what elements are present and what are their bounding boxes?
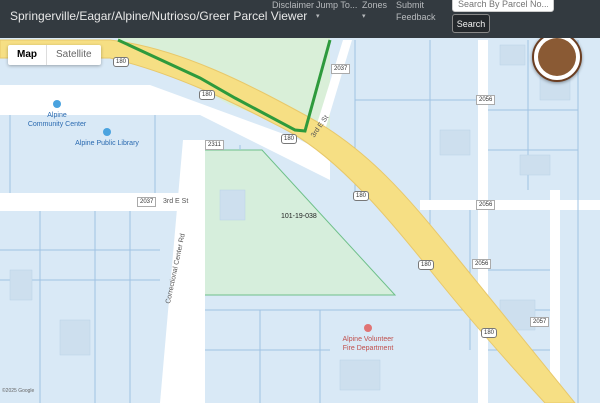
street-number: 2056: [476, 200, 496, 210]
nav-submit-label-1: Submit: [396, 0, 425, 10]
poi-fire-label-2: Fire Department: [342, 345, 394, 352]
poi-library[interactable]: Alpine Public Library: [72, 128, 142, 148]
highway-shield-180: 180: [481, 328, 498, 338]
highway-shield-180: 180: [353, 191, 370, 201]
poi-library-label: Alpine Public Library: [75, 140, 139, 147]
library-pin-icon: [103, 128, 111, 136]
street-number: 2311: [205, 140, 224, 150]
map-type-control: Map Satellite: [8, 45, 101, 65]
street-number: 2056: [472, 259, 492, 269]
top-navbar: Springerville/Eagar/Alpine/Nutrioso/Gree…: [0, 0, 600, 38]
nav-zones[interactable]: Zones ▾: [362, 0, 387, 23]
nav-submit-feedback[interactable]: Submit Feedback: [396, 0, 436, 23]
street-number: 2037: [331, 64, 351, 74]
fire-pin-icon: [364, 324, 372, 332]
highway-shield-180: 180: [113, 57, 130, 67]
chevron-down-icon: ▾: [316, 13, 320, 20]
search-button[interactable]: Search: [452, 14, 490, 33]
chevron-down-icon: ▾: [362, 13, 366, 20]
nav-jump-to-label: Jump To...: [316, 0, 358, 10]
nav-disclaimer[interactable]: Disclaimer: [272, 0, 314, 11]
road-label-3rd-e-st: 3rd E St: [163, 198, 189, 205]
street-number: 2056: [476, 95, 496, 105]
poi-community-center[interactable]: Alpine Community Center: [22, 100, 92, 129]
street-number: 2037: [137, 197, 157, 207]
parcel-search-input[interactable]: [452, 0, 554, 12]
nav-zones-label: Zones: [362, 0, 388, 10]
map-type-satellite[interactable]: Satellite: [46, 45, 101, 65]
poi-fire-label-1: Alpine Volunteer: [342, 336, 394, 343]
map-type-map[interactable]: Map: [8, 45, 46, 65]
nav-jump-to[interactable]: Jump To... ▾: [316, 0, 357, 23]
highway-shield-180: 180: [281, 134, 298, 144]
map-drawing: [0, 38, 600, 403]
street-number: 2057: [530, 317, 550, 327]
poi-label-line1: Alpine: [47, 112, 67, 119]
seal-emblem: [538, 38, 576, 76]
highway-shield-180: 180: [199, 90, 216, 100]
nav-submit-label-2: Feedback: [396, 12, 436, 22]
poi-pin-icon: [53, 100, 61, 108]
road-2057: [550, 190, 560, 403]
parcel-id-label: 101-19-038: [281, 213, 317, 220]
road-east-cross: [420, 200, 600, 210]
highway-shield-180: 180: [418, 260, 435, 270]
app-title: Springerville/Eagar/Alpine/Nutrioso/Gree…: [10, 9, 308, 23]
map-canvas[interactable]: Map Satellite 180 180 180 180 180 180 20…: [0, 38, 600, 403]
map-watermark: ©2025 Google: [2, 388, 35, 394]
poi-fire-department[interactable]: Alpine Volunteer Fire Department: [333, 324, 403, 353]
